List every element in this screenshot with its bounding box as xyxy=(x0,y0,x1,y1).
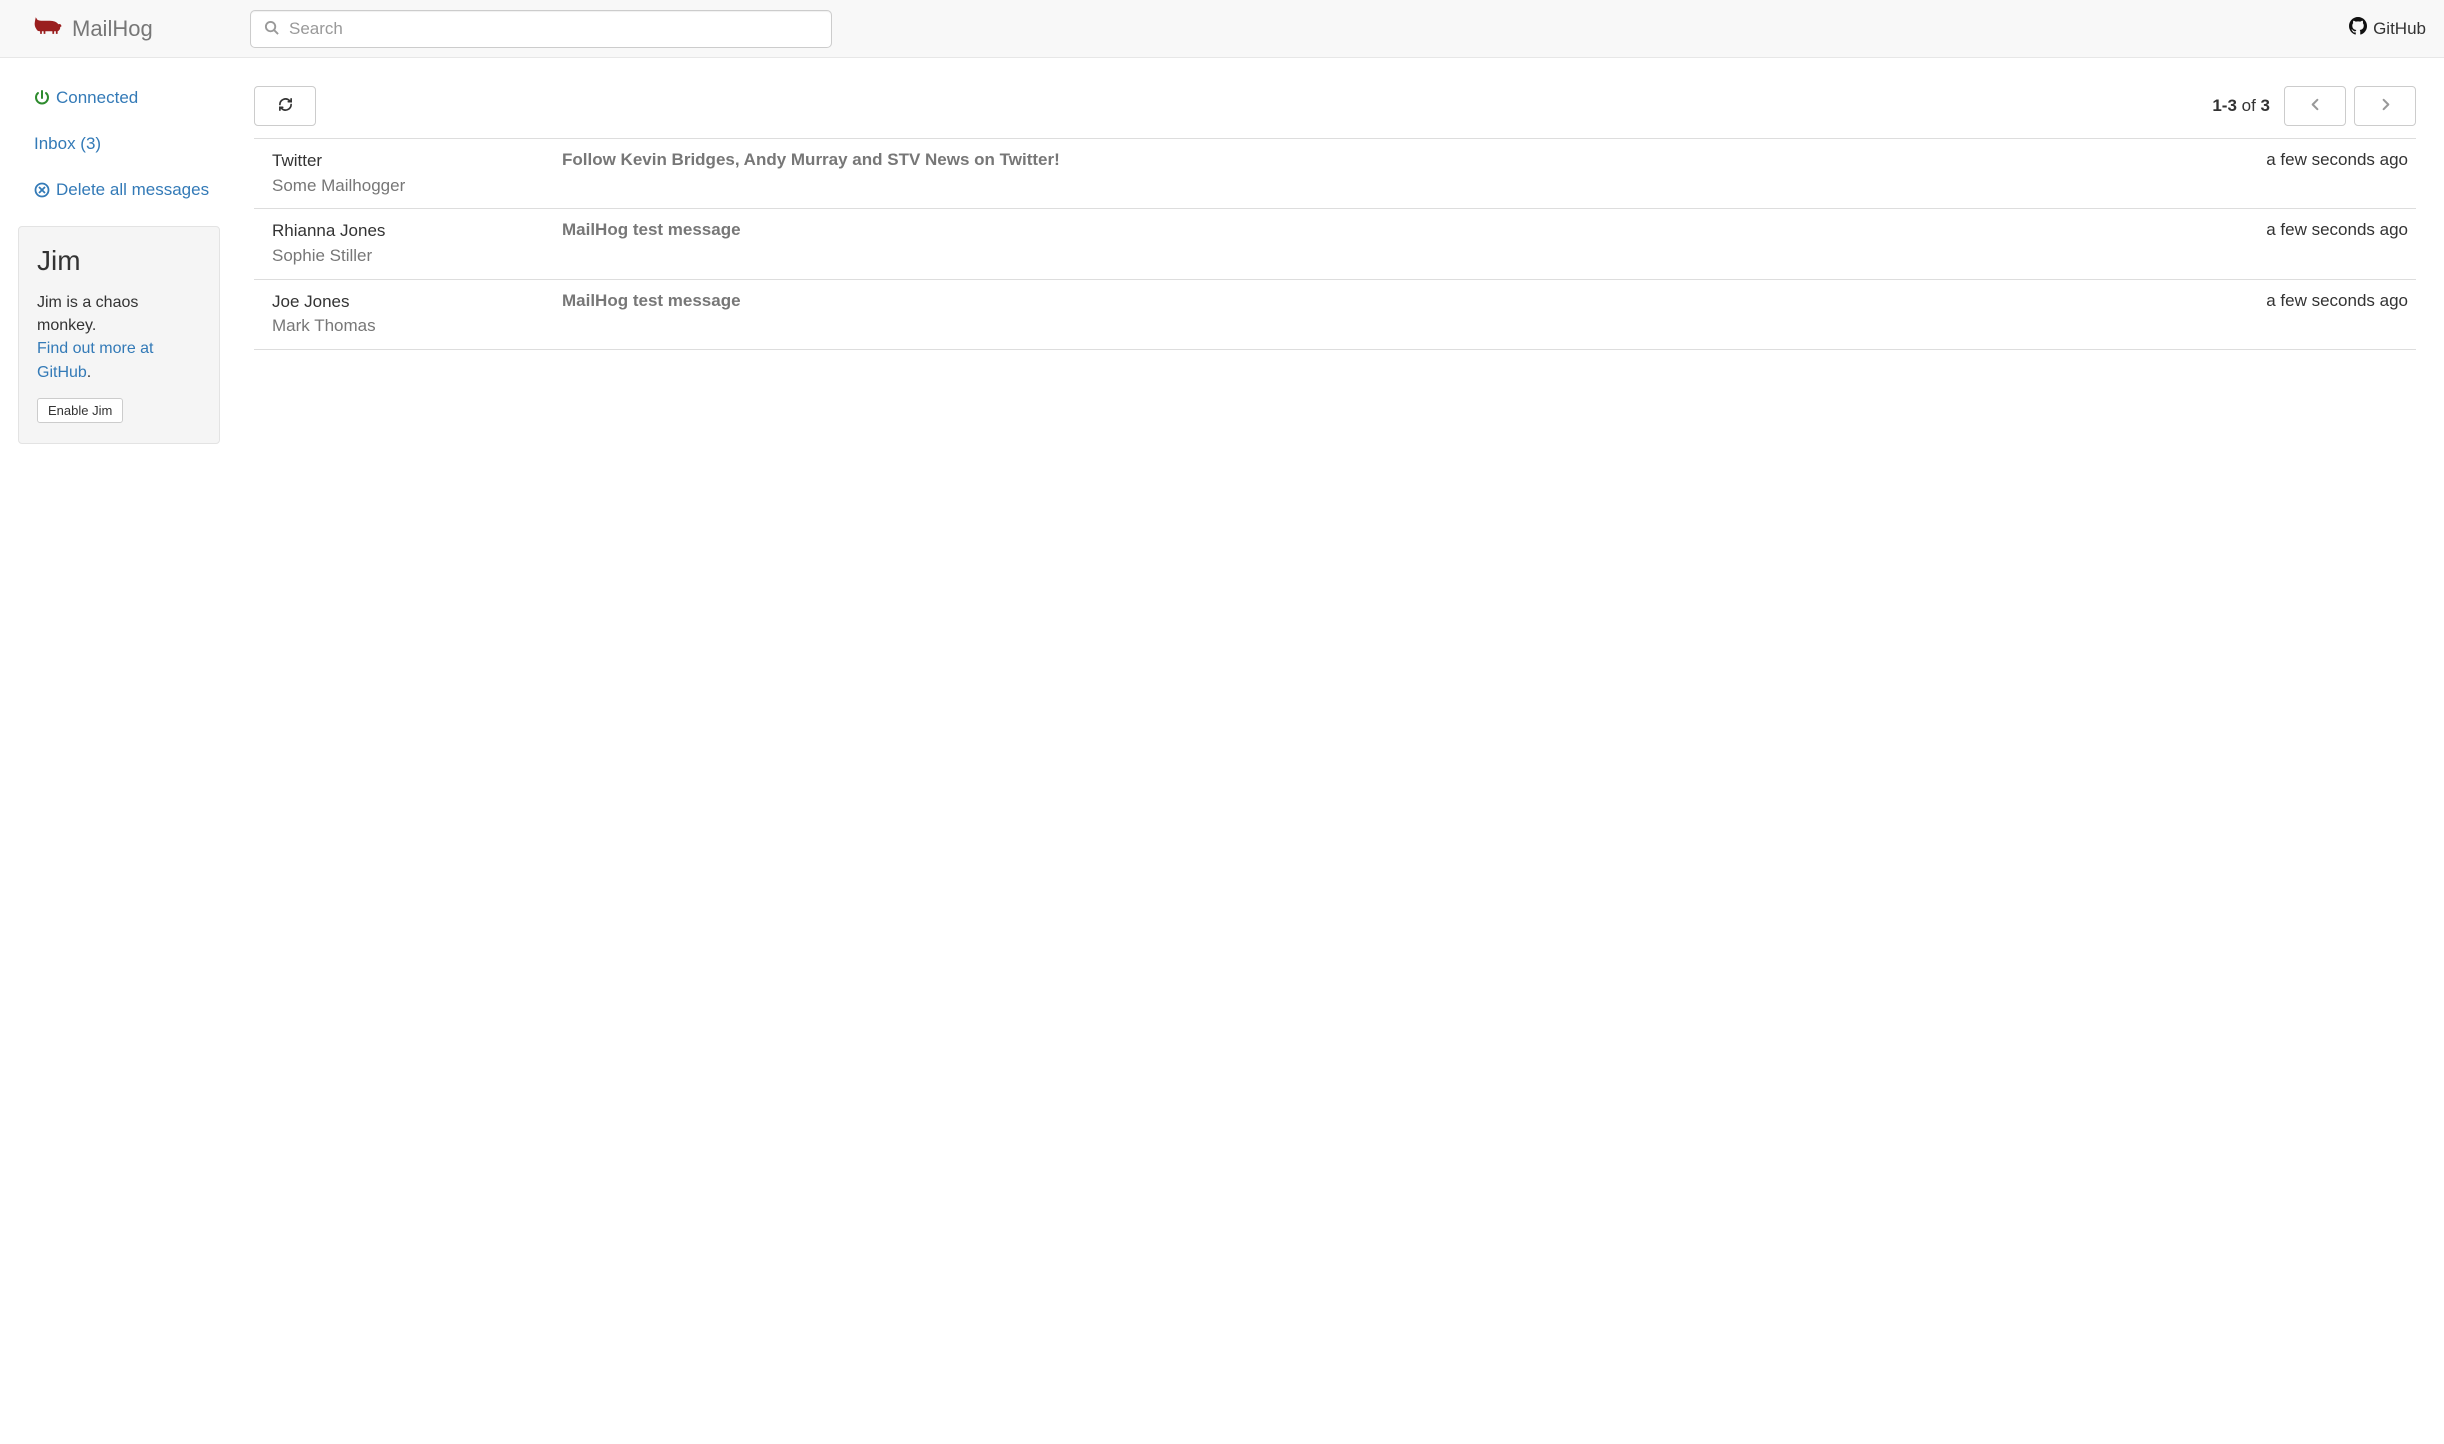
refresh-button[interactable] xyxy=(254,86,316,126)
message-list: TwitterSome Mailhogger Follow Kevin Bridg… xyxy=(254,138,2416,350)
hog-icon xyxy=(34,16,62,42)
next-page-button[interactable] xyxy=(2354,86,2416,126)
message-subject: Follow Kevin Bridges, Andy Murray and ST… xyxy=(562,149,2248,198)
message-row[interactable]: Rhianna JonesSophie Stiller MailHog test … xyxy=(254,209,2416,279)
message-to: Sophie Stiller xyxy=(272,244,544,269)
jim-desc: Jim is a chaos monkey. xyxy=(37,294,138,334)
page-indicator: 1-3 of 3 xyxy=(2212,96,2270,116)
message-sender-col: Rhianna JonesSophie Stiller xyxy=(272,219,544,268)
message-to: Some Mailhogger xyxy=(272,174,544,199)
delete-icon xyxy=(34,182,50,198)
message-sender-col: Joe JonesMark Thomas xyxy=(272,290,544,339)
message-to: Mark Thomas xyxy=(272,314,544,339)
page-range: 1-3 xyxy=(2212,96,2237,115)
inbox-label: Inbox (3) xyxy=(34,134,101,154)
sidebar-item-connected[interactable]: Connected xyxy=(34,88,220,108)
brand-text: MailHog xyxy=(72,16,153,42)
message-from: Rhianna Jones xyxy=(272,219,544,244)
jim-title: Jim xyxy=(37,245,201,277)
prev-page-button[interactable] xyxy=(2284,86,2346,126)
page-total: 3 xyxy=(2261,96,2270,115)
main: 1-3 of 3 TwitterSome Mailhogger Follow Ke… xyxy=(236,58,2444,350)
message-time: a few seconds ago xyxy=(2266,149,2408,198)
search-input[interactable] xyxy=(250,10,832,48)
search-wrap xyxy=(250,10,832,48)
message-row[interactable]: TwitterSome Mailhogger Follow Kevin Bridg… xyxy=(254,139,2416,209)
message-time: a few seconds ago xyxy=(2266,290,2408,339)
message-subject: MailHog test message xyxy=(562,219,2248,268)
message-row[interactable]: Joe JonesMark Thomas MailHog test message… xyxy=(254,280,2416,350)
brand[interactable]: MailHog xyxy=(34,16,250,42)
chevron-right-icon xyxy=(2378,97,2393,115)
sidebar: Connected Inbox (3) Delete all messages … xyxy=(0,58,236,444)
navbar: MailHog GitHub xyxy=(0,0,2444,58)
connected-label: Connected xyxy=(56,88,138,108)
message-from: Joe Jones xyxy=(272,290,544,315)
delete-all-label: Delete all messages xyxy=(56,180,209,200)
toolbar: 1-3 of 3 xyxy=(254,86,2416,126)
refresh-icon xyxy=(278,97,293,115)
github-link[interactable]: GitHub xyxy=(2349,17,2426,40)
chevron-left-icon xyxy=(2308,97,2323,115)
jim-period: . xyxy=(87,364,91,381)
sidebar-item-inbox[interactable]: Inbox (3) xyxy=(34,134,220,154)
message-from: Twitter xyxy=(272,149,544,174)
enable-jim-button[interactable]: Enable Jim xyxy=(37,398,123,423)
message-subject: MailHog test message xyxy=(562,290,2248,339)
jim-link[interactable]: Find out more at GitHub xyxy=(37,340,154,380)
page-of: of xyxy=(2237,96,2261,115)
github-label: GitHub xyxy=(2373,19,2426,39)
power-icon xyxy=(34,90,50,106)
pager xyxy=(2284,86,2416,126)
message-time: a few seconds ago xyxy=(2266,219,2408,268)
sidebar-item-delete-all[interactable]: Delete all messages xyxy=(34,180,220,200)
jim-panel: Jim Jim is a chaos monkey. Find out more… xyxy=(18,226,220,444)
github-icon xyxy=(2349,17,2367,40)
message-sender-col: TwitterSome Mailhogger xyxy=(272,149,544,198)
